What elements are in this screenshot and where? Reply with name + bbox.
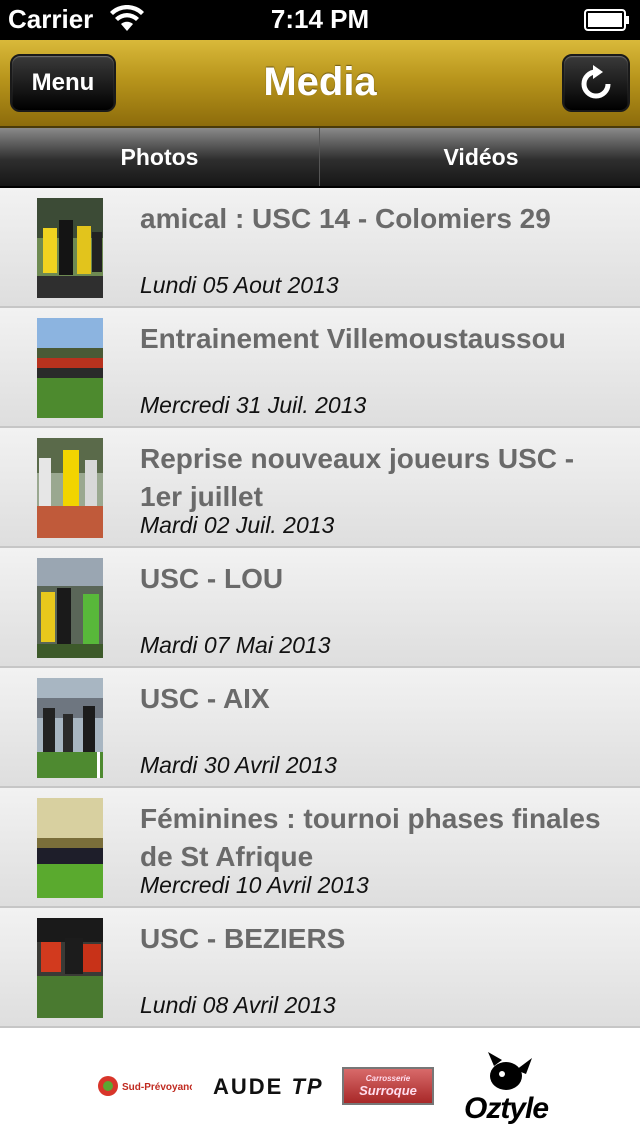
aude-text: AUDE <box>213 1074 284 1099</box>
battery-icon <box>584 9 629 31</box>
page-title: Media <box>263 60 377 104</box>
tab-videos[interactable]: Vidéos <box>321 128 640 186</box>
sponsor-sud-text: Sud-Prévoyance <box>122 1082 192 1093</box>
album-date: Lundi 05 Aout 2013 <box>140 272 339 298</box>
album-date: Mercredi 31 Juil. 2013 <box>140 392 367 418</box>
sponsor-surroque-logo[interactable]: Carrosserie Surroque <box>342 1067 434 1105</box>
list-item[interactable]: Féminines : tournoi phases finales de St… <box>0 788 640 908</box>
list-item[interactable]: USC - LOU Mardi 07 Mai 2013 <box>0 548 640 668</box>
media-type-segment: Photos Vidéos <box>0 128 640 188</box>
album-thumbnail <box>37 918 103 1018</box>
album-thumbnail <box>37 438 103 538</box>
refresh-button[interactable] <box>562 54 630 112</box>
surroque-main-text: Surroque <box>359 1083 417 1098</box>
album-title: amical : USC 14 - Colomiers 29 <box>140 203 551 234</box>
sponsor-footer: Sud-Prévoyance AUDE TP Carrosserie Surro… <box>0 1036 640 1136</box>
status-bar: Carrier 7:14 PM <box>0 0 640 40</box>
list-item[interactable]: USC - BEZIERS Lundi 08 Avril 2013 <box>0 908 640 1028</box>
album-thumbnail <box>37 798 103 898</box>
album-title: USC - LOU <box>140 563 284 594</box>
aude-suffix-text: TP <box>291 1074 324 1099</box>
album-thumbnail <box>37 318 103 418</box>
list-item[interactable]: amical : USC 14 - Colomiers 29 Lundi 05 … <box>0 188 640 308</box>
album-thumbnail <box>37 198 103 298</box>
list-item[interactable]: USC - AIX Mardi 30 Avril 2013 <box>0 668 640 788</box>
oztyle-emblem-icon <box>488 1052 532 1090</box>
surroque-top-text: Carrosserie <box>365 1074 411 1083</box>
album-list: amical : USC 14 - Colomiers 29 Lundi 05 … <box>0 188 640 1028</box>
album-date: Lundi 08 Avril 2013 <box>140 992 336 1018</box>
album-date: Mardi 07 Mai 2013 <box>140 632 331 658</box>
album-title: Reprise nouveaux joueurs USC - 1er juill… <box>140 443 575 512</box>
refresh-icon <box>581 65 611 99</box>
list-item[interactable]: Entrainement Villemoustaussou Mercredi 3… <box>0 308 640 428</box>
album-date: Mardi 02 Juil. 2013 <box>140 512 335 538</box>
album-date: Mardi 30 Avril 2013 <box>140 752 337 778</box>
oztyle-text: Oztyle <box>463 1092 549 1125</box>
album-date: Mercredi 10 Avril 2013 <box>140 872 369 898</box>
nav-bar: Menu Media <box>0 40 640 128</box>
album-title: Féminines : tournoi phases finales de St… <box>140 803 601 872</box>
list-item[interactable]: Reprise nouveaux joueurs USC - 1er juill… <box>0 428 640 548</box>
sponsor-oztyle-logo[interactable]: Oztyle <box>456 1048 556 1128</box>
album-thumbnail <box>37 678 103 778</box>
album-title: Entrainement Villemoustaussou <box>140 323 566 354</box>
album-thumbnail <box>37 558 103 658</box>
album-title: USC - AIX <box>140 683 270 714</box>
status-time: 7:14 PM <box>270 4 370 34</box>
sponsor-aude-tp-logo[interactable]: AUDE TP <box>213 1074 324 1100</box>
tab-photos[interactable]: Photos <box>0 128 320 186</box>
album-title: USC - BEZIERS <box>140 923 346 954</box>
sponsor-sud-prevoyance-logo[interactable]: Sud-Prévoyance <box>96 1068 201 1104</box>
